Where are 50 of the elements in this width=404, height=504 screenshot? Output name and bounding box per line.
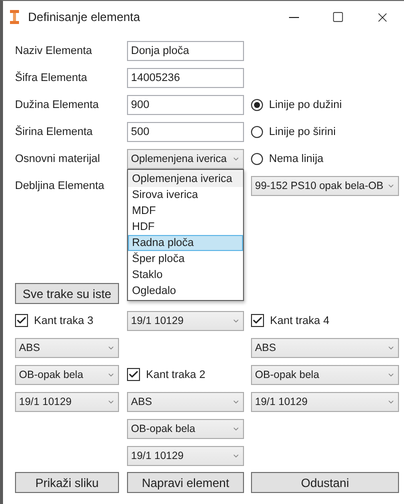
dropdown[interactable]: OB-opak bela bbox=[127, 418, 244, 438]
input-field[interactable]: 900 bbox=[127, 94, 244, 114]
dropdown-option[interactable]: Ogledalo bbox=[128, 283, 243, 299]
radio-label: Nema linija bbox=[269, 152, 324, 164]
radio-label: Linije po dužini bbox=[269, 98, 342, 110]
dropdown-option[interactable]: Oplemenjena iverica bbox=[128, 171, 243, 187]
input-field[interactable]: 500 bbox=[127, 122, 244, 142]
dropdown[interactable]: 19/1 10129 bbox=[251, 392, 399, 412]
field-label: Debljina Elementa bbox=[15, 180, 104, 192]
field-label: Naziv Elementa bbox=[15, 44, 92, 56]
dropdown[interactable]: OB-opak bela bbox=[251, 364, 399, 384]
dropdown[interactable]: ABS bbox=[127, 392, 244, 412]
dropdown-option[interactable]: Staklo bbox=[128, 267, 243, 283]
radio-button[interactable] bbox=[251, 152, 263, 164]
dropdown[interactable]: ABS bbox=[251, 338, 399, 358]
dropdown-option[interactable]: Radna ploča bbox=[128, 235, 243, 251]
checkbox[interactable] bbox=[251, 314, 264, 327]
checkbox[interactable] bbox=[15, 314, 28, 327]
input-field[interactable]: 14005236 bbox=[127, 68, 244, 88]
dialog-button[interactable]: Napravi element bbox=[127, 472, 244, 493]
checkbox-label: Kant traka 3 bbox=[34, 314, 94, 326]
same-edges-button[interactable]: Sve trake su iste bbox=[15, 283, 119, 304]
dropdown-option[interactable]: Šper ploča bbox=[128, 251, 243, 267]
dropdown[interactable]: 19/1 10129 bbox=[127, 310, 244, 330]
dropdown-option[interactable]: Sirova iverica bbox=[128, 187, 243, 203]
radio-label: Linije po širini bbox=[269, 126, 336, 138]
radio-button[interactable] bbox=[251, 126, 263, 138]
radio-button[interactable] bbox=[251, 98, 263, 110]
checkbox[interactable] bbox=[127, 368, 140, 381]
dropdown-option[interactable]: MDF bbox=[128, 203, 243, 219]
minimize-icon bbox=[289, 16, 299, 18]
dialog-button[interactable]: Odustani bbox=[251, 472, 399, 493]
maximize-icon bbox=[332, 11, 344, 23]
dropdown[interactable]: ABS bbox=[15, 338, 119, 358]
window-title: Definisanje elementa bbox=[28, 10, 142, 24]
dropdown[interactable]: OB-opak bela bbox=[15, 364, 119, 384]
dropdown[interactable]: Oplemenjena iverica bbox=[127, 148, 244, 168]
input-field[interactable]: Donja ploča bbox=[127, 40, 244, 60]
dropdown[interactable]: 19/1 10129 bbox=[127, 446, 244, 466]
dropdown-option[interactable]: HDF bbox=[128, 219, 243, 235]
field-label: Dužina Elementa bbox=[15, 98, 99, 110]
checkbox-label: Kant traka 4 bbox=[270, 314, 330, 326]
field-label: Osnovni materijal bbox=[15, 152, 100, 164]
dialog-button[interactable]: Prikaži sliku bbox=[15, 472, 119, 493]
checkbox-label: Kant traka 2 bbox=[146, 368, 206, 380]
dropdown[interactable]: 99-152 PS10 opak bela-OB bbox=[251, 176, 399, 196]
field-label: Šifra Elementa bbox=[15, 72, 88, 84]
app-icon bbox=[9, 10, 20, 24]
field-label: Širina Elementa bbox=[15, 126, 93, 138]
dropdown[interactable]: 19/1 10129 bbox=[15, 392, 119, 412]
